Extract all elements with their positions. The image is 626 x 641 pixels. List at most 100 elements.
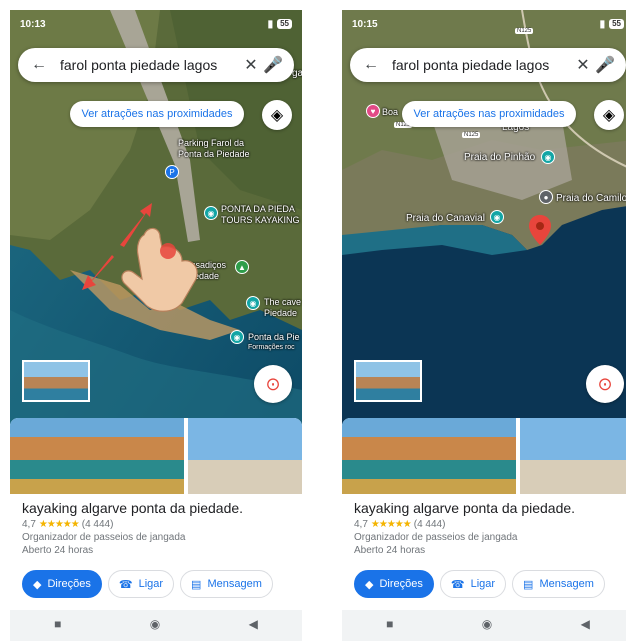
message-label: Mensagem xyxy=(207,578,262,590)
mic-icon[interactable]: 🎤 xyxy=(594,55,616,75)
system-nav-bar: ■ ◉ ◀ xyxy=(342,607,626,641)
map-label: Praia do Camilo xyxy=(556,193,626,204)
place-rating: 4,7 ★★★★★ (4 444) xyxy=(354,519,626,530)
street-view-thumbnail[interactable] xyxy=(354,360,422,402)
place-info: kayaking algarve ponta da piedade. 4,7 ★… xyxy=(354,500,626,556)
search-bar[interactable]: ← farol ponta piedade lagos ✕ 🎤 xyxy=(18,48,294,82)
rock-formation-pin-icon[interactable]: ◉ xyxy=(230,330,244,344)
message-button[interactable]: ▤ Mensagem xyxy=(512,570,605,598)
place-card[interactable]: kayaking algarve ponta da piedade. 4,7 ★… xyxy=(10,418,302,610)
map-label: Parking Farol da xyxy=(178,138,245,148)
layers-button[interactable]: ◈ xyxy=(594,100,624,130)
selected-place-pin-icon[interactable] xyxy=(529,215,551,245)
clear-icon[interactable]: ✕ xyxy=(240,55,262,75)
phone-icon: ☎ xyxy=(450,578,465,591)
my-location-button[interactable]: ⊙ xyxy=(586,365,624,403)
place-photos[interactable] xyxy=(342,418,626,494)
map-label: PONTA DA PIEDA xyxy=(221,204,295,214)
place-photo-kayaks[interactable] xyxy=(342,418,516,494)
place-info: kayaking algarve ponta da piedade. 4,7 ★… xyxy=(22,500,294,556)
compass-icon: ⊙ xyxy=(597,373,613,394)
layers-button[interactable]: ◈ xyxy=(262,100,292,130)
nearby-attractions-button[interactable]: Ver atrações nas proximidades xyxy=(402,101,576,127)
map-label: Praia do Pinhão xyxy=(464,152,536,163)
message-icon: ▤ xyxy=(523,578,534,591)
place-photo-lighthouse[interactable] xyxy=(520,418,626,494)
map-label: Formações roc xyxy=(248,344,295,351)
review-count: (4 444) xyxy=(81,519,114,530)
back-arrow-icon[interactable]: ← xyxy=(360,56,382,74)
directions-button[interactable]: ◆ Direções xyxy=(22,570,102,598)
beach-pin-icon[interactable]: ◉ xyxy=(490,210,504,224)
beach-pin-icon[interactable]: ◉ xyxy=(541,150,555,164)
back-icon[interactable]: ◀ xyxy=(249,617,258,631)
map-view[interactable]: 10:13 ▮ 55 ← farol ponta piedade lagos ✕ … xyxy=(10,10,302,430)
map-label: Piedade xyxy=(264,308,298,318)
map-view[interactable]: 10:15 ▮ 55 N125 ← farol ponta piedade lag… xyxy=(342,10,626,430)
road-label: N125 xyxy=(462,132,481,138)
nearby-attractions-button[interactable]: Ver atrações nas proximidades xyxy=(70,101,244,127)
recents-icon[interactable]: ■ xyxy=(386,617,393,631)
location-pin-icon[interactable]: ● xyxy=(539,190,553,204)
cave-pin-icon[interactable]: ◉ xyxy=(246,296,260,310)
battery-indicator: 55 xyxy=(277,19,292,29)
map-label: Praia do Canavial xyxy=(406,213,485,224)
message-label: Mensagem xyxy=(539,578,594,590)
place-photos[interactable] xyxy=(10,418,302,494)
directions-button[interactable]: ◆ Direções xyxy=(354,570,434,598)
pinch-gesture-icon xyxy=(82,203,198,312)
directions-label: Direções xyxy=(47,578,91,590)
status-bar: 10:13 ▮ 55 xyxy=(10,10,302,38)
call-button[interactable]: ☎ Ligar xyxy=(107,570,175,598)
place-category: Organizador de passeios de jangada xyxy=(22,532,186,543)
place-card[interactable]: kayaking algarve ponta da piedade. 4,7 ★… xyxy=(342,418,626,610)
phone-screen-right: 10:15 ▮ 55 N125 ← farol ponta piedade lag… xyxy=(342,10,626,610)
layers-icon: ◈ xyxy=(602,107,616,124)
park-pin-icon[interactable]: ▲ xyxy=(235,260,249,274)
home-icon[interactable]: ◉ xyxy=(150,617,160,631)
place-photo-lighthouse[interactable] xyxy=(188,418,302,494)
message-icon: ▤ xyxy=(191,578,202,591)
place-category: Organizador de passeios de jangada xyxy=(354,532,518,543)
call-button[interactable]: ☎ Ligar xyxy=(439,570,507,598)
place-hours: Aberto 24 horas xyxy=(22,545,94,556)
search-query[interactable]: farol ponta piedade lagos xyxy=(60,57,240,73)
my-location-button[interactable]: ⊙ xyxy=(254,365,292,403)
recents-icon[interactable]: ■ xyxy=(54,617,61,631)
directions-label: Direções xyxy=(379,578,423,590)
map-label: Ponta da Pie xyxy=(248,332,300,342)
back-icon[interactable]: ◀ xyxy=(581,617,590,631)
layers-icon: ◈ xyxy=(270,107,284,124)
place-title: kayaking algarve ponta da piedade. xyxy=(22,500,244,516)
back-arrow-icon[interactable]: ← xyxy=(28,56,50,74)
call-label: Ligar xyxy=(470,578,496,590)
place-rating: 4,7 ★★★★★ (4 444) xyxy=(22,519,294,530)
map-label: Boa xyxy=(382,107,399,117)
status-time: 10:15 xyxy=(352,18,378,30)
hotel-pin-icon[interactable]: ♥ xyxy=(366,104,380,118)
phone-screen-left: 10:13 ▮ 55 ← farol ponta piedade lagos ✕ … xyxy=(10,10,302,610)
map-label: Ponta da Piedade xyxy=(178,149,250,159)
mic-icon[interactable]: 🎤 xyxy=(262,55,284,75)
street-view-thumbnail[interactable] xyxy=(22,360,90,402)
place-hours: Aberto 24 horas xyxy=(354,545,426,556)
search-query[interactable]: farol ponta piedade lagos xyxy=(392,57,572,73)
home-icon[interactable]: ◉ xyxy=(482,617,492,631)
search-bar[interactable]: ← farol ponta piedade lagos ✕ 🎤 xyxy=(350,48,626,82)
tours-pin-icon[interactable]: ◉ xyxy=(204,206,218,220)
directions-icon: ◆ xyxy=(33,578,42,591)
map-label: gai xyxy=(292,68,302,79)
star-rating-icon: ★★★★★ xyxy=(370,519,412,530)
battery-indicator: 55 xyxy=(609,19,624,29)
signal-icon: ▮ xyxy=(267,18,274,30)
phone-icon: ☎ xyxy=(118,578,133,591)
rating-value: 4,7 xyxy=(22,519,36,530)
review-count: (4 444) xyxy=(413,519,446,530)
place-photo-kayaks[interactable] xyxy=(10,418,184,494)
compass-icon: ⊙ xyxy=(265,373,281,394)
action-buttons: ◆ Direções ☎ Ligar ▤ Mensagem xyxy=(354,570,626,598)
message-button[interactable]: ▤ Mensagem xyxy=(180,570,273,598)
signal-icon: ▮ xyxy=(599,18,606,30)
clear-icon[interactable]: ✕ xyxy=(572,55,594,75)
status-bar: 10:15 ▮ 55 xyxy=(342,10,626,38)
